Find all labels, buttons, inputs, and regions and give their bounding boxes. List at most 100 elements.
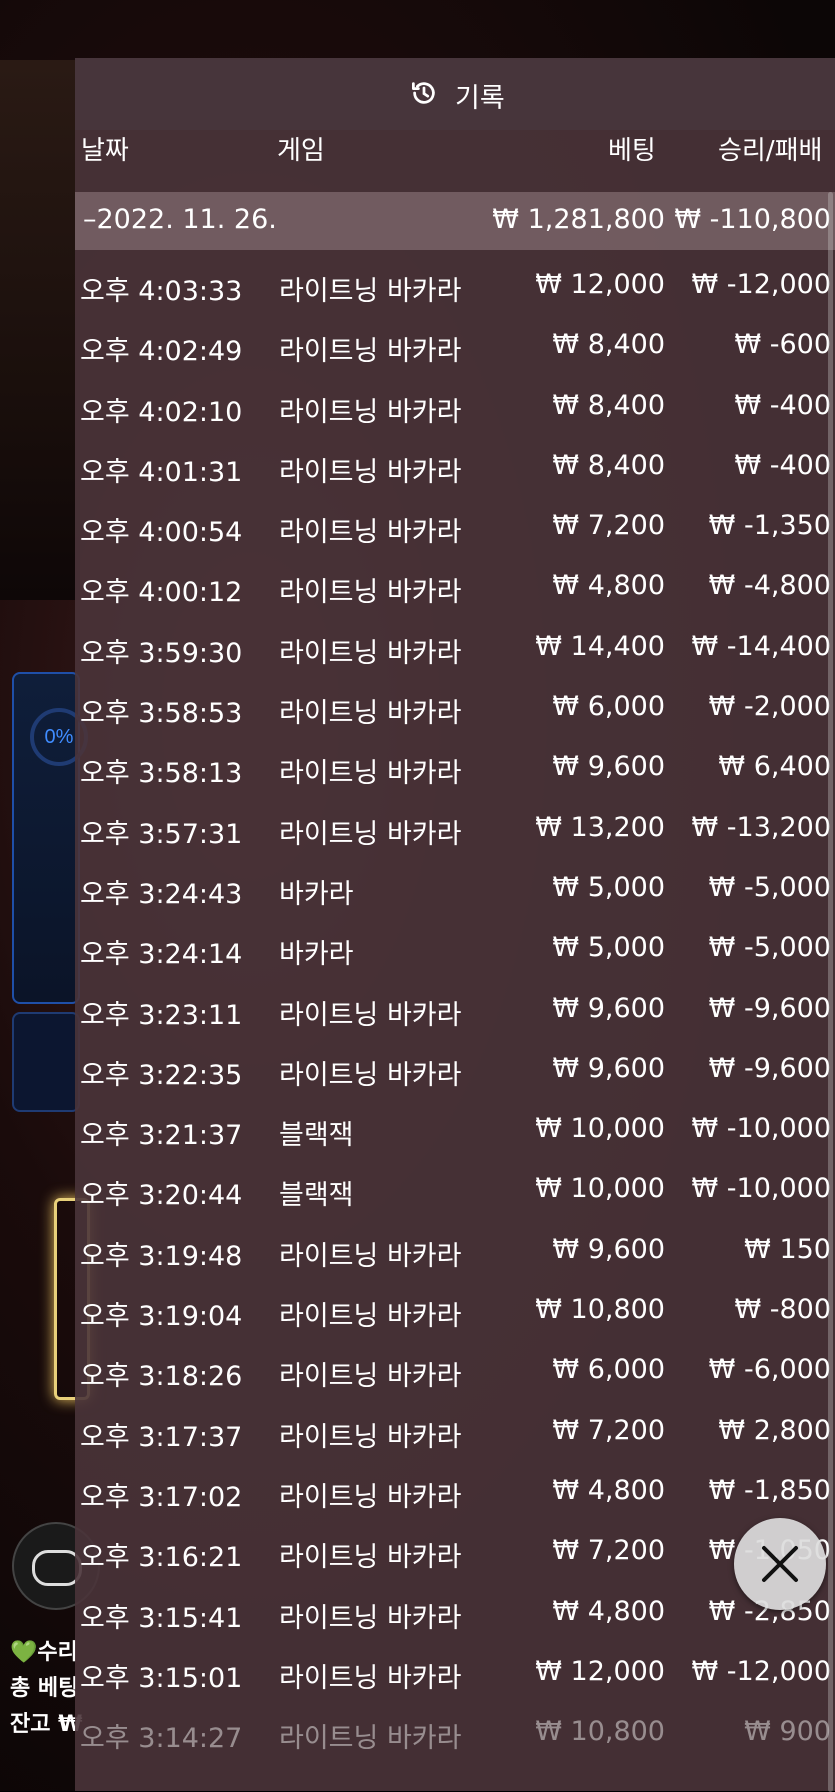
history-row[interactable]: 오후 3:19:48 라이트닝 바카라 ₩ 9,600 ₩ 150 (75, 1222, 835, 1282)
history-row-bet: ₩ 7,200 (552, 1535, 665, 1567)
history-list[interactable]: 오후 4:03:33 라이트닝 바카라 ₩ 12,000 ₩ -12,000 오후 4:… (75, 257, 835, 1764)
day-summary-date: –2022. 11. 26. (83, 204, 277, 235)
history-row-game: 바카라 (279, 878, 354, 910)
column-header-game[interactable]: 게임 (277, 130, 325, 167)
history-row-bet: ₩ 10,000 (535, 1173, 665, 1205)
history-row-win-loss: ₩ 900 (744, 1716, 831, 1748)
history-row-bet: ₩ 8,400 (552, 389, 665, 421)
history-row-time: 오후 4:03:33 (80, 276, 243, 307)
history-row-time: 오후 3:21:37 (80, 1120, 243, 1152)
history-row-win-loss: ₩ -1,850 (708, 1474, 831, 1506)
history-row[interactable]: 오후 3:20:44 블랙잭 ₩ 10,000 ₩ -10,000 (75, 1161, 835, 1221)
history-row[interactable]: 오후 4:00:54 라이트닝 바카라 ₩ 7,200 ₩ -1,350 (75, 498, 835, 558)
history-row-bet: ₩ 13,200 (535, 811, 665, 843)
history-row[interactable]: 오후 4:03:33 라이트닝 바카라 ₩ 12,000 ₩ -12,000 (75, 257, 835, 317)
history-row-game: 라이트닝 바카라 (279, 1059, 462, 1091)
history-row-time: 오후 4:00:54 (80, 517, 243, 549)
history-row-bet: ₩ 9,600 (552, 751, 665, 783)
history-row[interactable]: 오후 3:15:01 라이트닝 바카라 ₩ 12,000 ₩ -12,000 (75, 1644, 835, 1704)
dealer-video-strip (0, 60, 80, 600)
history-row-time: 오후 3:14:27 (80, 1723, 243, 1755)
history-row-win-loss: ₩ 150 (744, 1233, 831, 1265)
history-row-game: 라이트닝 바카라 (279, 456, 462, 488)
history-row-game: 라이트닝 바카라 (279, 1421, 462, 1453)
side-widget-secondary[interactable] (12, 1012, 80, 1112)
total-bet-label: 총 베팅 (10, 1676, 79, 1701)
history-row-time: 오후 3:24:43 (80, 878, 243, 910)
close-button[interactable] (734, 1518, 826, 1610)
history-row-time: 오후 3:22:35 (80, 1059, 243, 1091)
history-row-win-loss: ₩ -14,400 (691, 630, 832, 662)
history-row[interactable]: 오후 3:59:30 라이트닝 바카라 ₩ 14,400 ₩ -14,400 (75, 619, 835, 679)
history-row-game: 라이트닝 바카라 (279, 637, 462, 669)
history-row-bet: ₩ 4,800 (552, 1595, 665, 1627)
history-row[interactable]: 오후 4:02:10 라이트닝 바카라 ₩ 8,400 ₩ -400 (75, 378, 835, 438)
history-row-time: 오후 3:58:13 (80, 758, 243, 790)
history-icon (412, 82, 435, 104)
history-row-bet: ₩ 5,000 (552, 932, 665, 964)
history-row-game: 라이트닝 바카라 (279, 577, 462, 609)
history-row[interactable]: 오후 3:24:14 바카라 ₩ 5,000 ₩ -5,000 (75, 920, 835, 980)
history-row[interactable]: 오후 3:23:11 라이트닝 바카라 ₩ 9,600 ₩ -9,600 (75, 981, 835, 1041)
history-row[interactable]: 오후 3:57:31 라이트닝 바카라 ₩ 13,200 ₩ -13,200 (75, 800, 835, 860)
history-row-time: 오후 4:01:31 (80, 456, 243, 488)
history-row-time: 오후 3:17:37 (80, 1421, 243, 1453)
history-row-bet: ₩ 10,800 (535, 1716, 665, 1748)
history-row[interactable]: 오후 4:01:31 라이트닝 바카라 ₩ 8,400 ₩ -400 (75, 438, 835, 498)
history-row-bet: ₩ 6,000 (552, 691, 665, 723)
history-row-bet: ₩ 6,000 (552, 1354, 665, 1386)
history-row-time: 오후 3:17:02 (80, 1481, 243, 1513)
history-row-bet: ₩ 12,000 (535, 1655, 665, 1687)
day-summary-bet: ₩ 1,281,800 (492, 204, 665, 235)
history-row[interactable]: 오후 3:58:53 라이트닝 바카라 ₩ 6,000 ₩ -2,000 (75, 679, 835, 739)
close-icon (762, 1546, 798, 1582)
history-row-game: 라이트닝 바카라 (279, 1602, 462, 1634)
history-row-game: 라이트닝 바카라 (279, 276, 462, 307)
history-row-bet: ₩ 14,400 (535, 630, 665, 662)
balance-label: 잔고 ₩ (10, 1712, 83, 1737)
history-row-time: 오후 3:19:04 (80, 1301, 243, 1333)
history-row[interactable]: 오후 4:02:49 라이트닝 바카라 ₩ 8,400 ₩ -600 (75, 317, 835, 377)
history-row-win-loss: ₩ -12,000 (691, 269, 832, 300)
history-row[interactable]: 오후 3:22:35 라이트닝 바카라 ₩ 9,600 ₩ -9,600 (75, 1041, 835, 1101)
history-row-win-loss: ₩ -400 (734, 389, 831, 421)
history-row-time: 오후 3:20:44 (80, 1180, 243, 1212)
history-row-game: 라이트닝 바카라 (279, 1481, 462, 1513)
history-row[interactable]: 오후 3:24:43 바카라 ₩ 5,000 ₩ -5,000 (75, 860, 835, 920)
history-row-win-loss: ₩ -800 (734, 1294, 831, 1326)
history-row-game: 라이트닝 바카라 (279, 1723, 462, 1755)
history-title: 기록 (455, 83, 505, 114)
history-row-game: 라이트닝 바카라 (279, 1240, 462, 1272)
history-row[interactable]: 오후 3:17:37 라이트닝 바카라 ₩ 7,200 ₩ 2,800 (75, 1403, 835, 1463)
history-scrollbar[interactable] (828, 192, 833, 1792)
history-row-time: 오후 3:15:01 (80, 1662, 243, 1694)
history-row-game: 라이트닝 바카라 (279, 517, 462, 549)
history-row-bet: ₩ 4,800 (552, 570, 665, 602)
history-row[interactable]: 오후 3:21:37 블랙잭 ₩ 10,000 ₩ -10,000 (75, 1101, 835, 1161)
column-header-date[interactable]: 날짜 (81, 130, 129, 167)
history-row-bet: ₩ 4,800 (552, 1474, 665, 1506)
history-row-bet: ₩ 9,600 (552, 992, 665, 1024)
history-row-game: 라이트닝 바카라 (279, 336, 462, 368)
history-row-time: 오후 3:16:21 (80, 1542, 243, 1574)
history-row[interactable]: 오후 3:17:02 라이트닝 바카라 ₩ 4,800 ₩ -1,850 (75, 1463, 835, 1523)
history-row[interactable]: 오후 4:00:12 라이트닝 바카라 ₩ 4,800 ₩ -4,800 (75, 558, 835, 618)
history-row-bet: ₩ 5,000 (552, 871, 665, 903)
history-row[interactable]: 오후 3:16:21라이트닝 바카라₩ 7,200₩ -1,050 (75, 1523, 835, 1583)
history-row-time: 오후 3:59:30 (80, 637, 243, 669)
history-row[interactable]: 오후 3:14:27 라이트닝 바카라 ₩ 10,800 ₩ 900 (75, 1704, 835, 1764)
history-row-time: 오후 3:15:41 (80, 1602, 243, 1634)
history-row-bet: ₩ 7,200 (552, 1414, 665, 1446)
history-row[interactable]: 오후 3:15:41 라이트닝 바카라 ₩ 4,800 ₩ -2,850 (75, 1584, 835, 1644)
history-row-win-loss: ₩ -4,800 (708, 570, 831, 602)
history-row[interactable]: 오후 3:19:04 라이트닝 바카라 ₩ 10,800 ₩ -800 (75, 1282, 835, 1342)
history-row[interactable]: 오후 3:18:26 라이트닝 바카라 ₩ 6,000 ₩ -6,000 (75, 1342, 835, 1402)
history-row-time: 오후 3:24:14 (80, 939, 243, 971)
history-row-win-loss: ₩ -6,000 (708, 1354, 831, 1386)
history-row-time: 오후 4:02:49 (80, 336, 243, 368)
column-header-win-loss[interactable]: 승리/패배 (718, 130, 822, 167)
history-row[interactable]: 오후 3:58:13 라이트닝 바카라 ₩ 9,600 ₩ 6,400 (75, 739, 835, 799)
history-row-bet: ₩ 8,400 (552, 329, 665, 361)
column-header-bet[interactable]: 베팅 (608, 130, 656, 167)
day-summary-row[interactable]: –2022. 11. 26. ₩ 1,281,800 ₩ -110,800 (75, 192, 835, 250)
